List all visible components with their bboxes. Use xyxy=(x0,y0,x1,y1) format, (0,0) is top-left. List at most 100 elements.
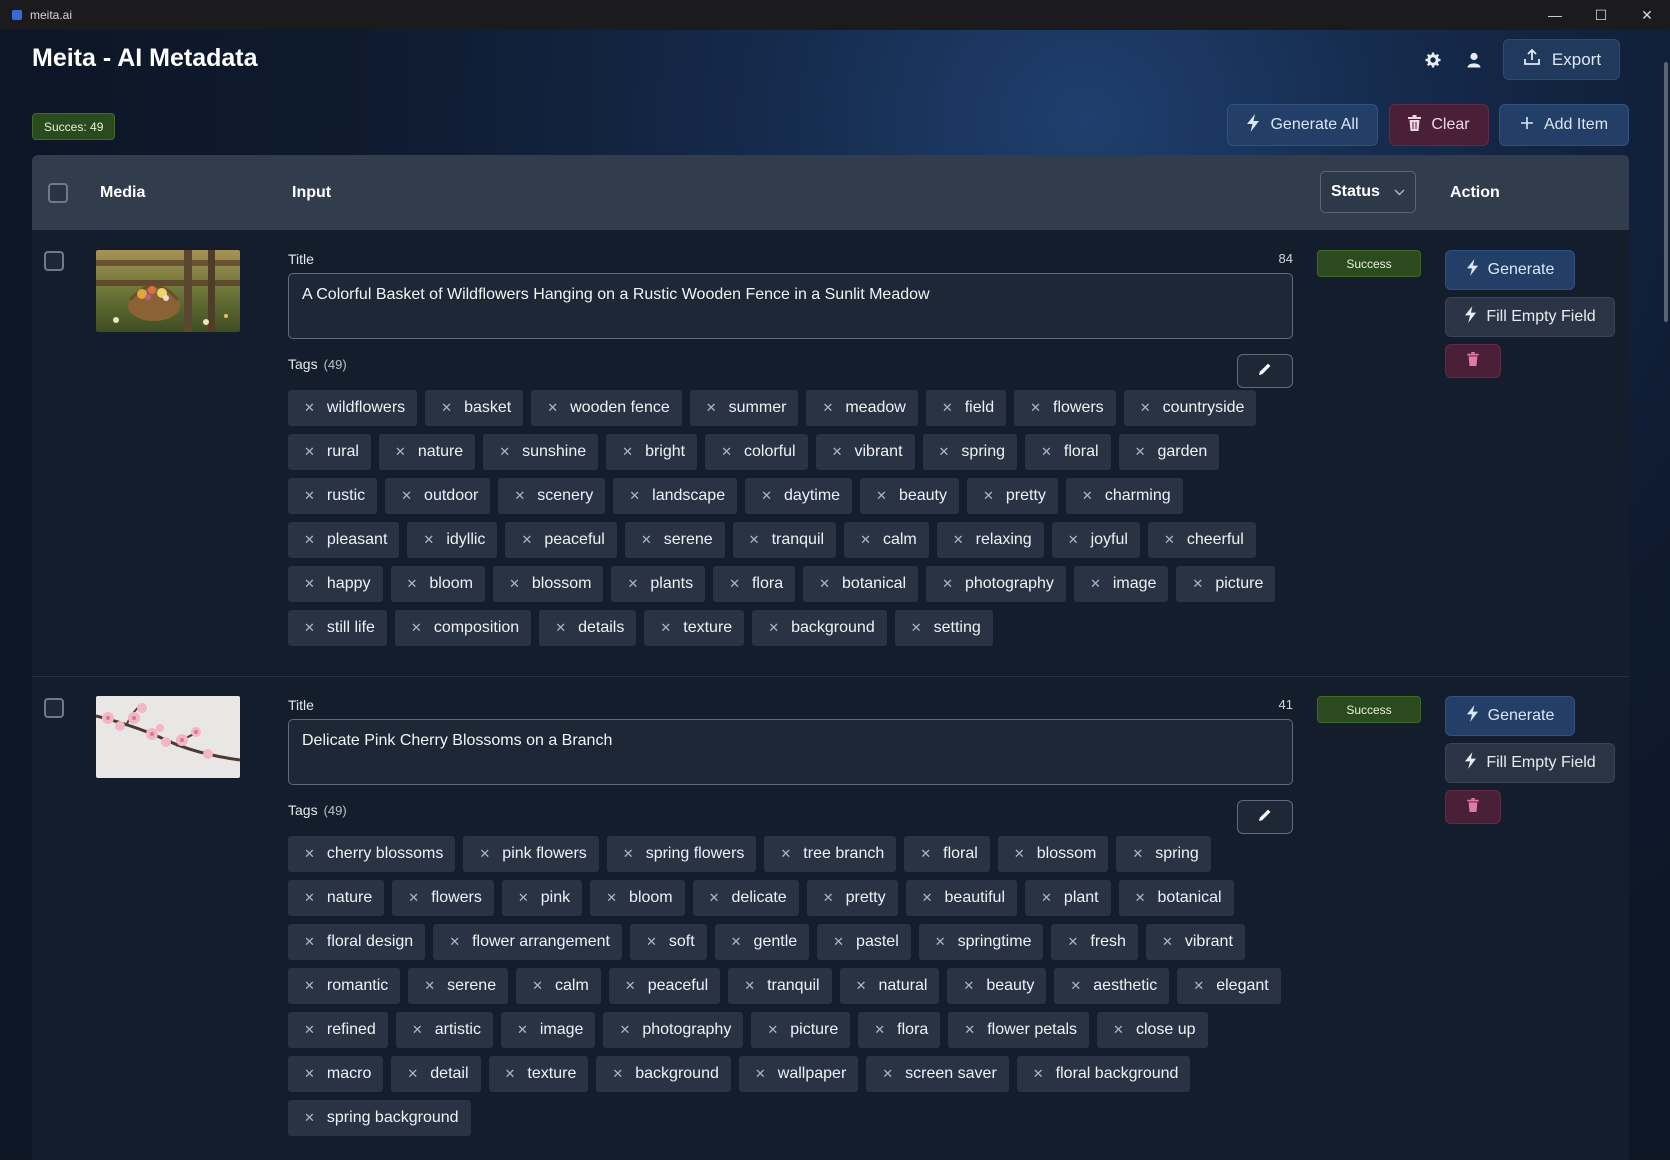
remove-tag-icon[interactable]: ✕ xyxy=(629,488,640,504)
remove-tag-icon[interactable]: ✕ xyxy=(1030,400,1041,416)
remove-tag-icon[interactable]: ✕ xyxy=(660,620,671,636)
add-item-button[interactable]: Add Item xyxy=(1499,104,1629,146)
remove-tag-icon[interactable]: ✕ xyxy=(1135,444,1146,460)
remove-tag-icon[interactable]: ✕ xyxy=(627,576,638,592)
remove-tag-icon[interactable]: ✕ xyxy=(767,1022,778,1038)
remove-tag-icon[interactable]: ✕ xyxy=(505,1066,516,1082)
remove-tag-icon[interactable]: ✕ xyxy=(1140,400,1151,416)
delete-row-button[interactable] xyxy=(1445,790,1501,824)
edit-tags-button[interactable] xyxy=(1237,354,1293,388)
minimize-button[interactable]: — xyxy=(1532,0,1578,30)
remove-tag-icon[interactable]: ✕ xyxy=(304,488,315,504)
remove-tag-icon[interactable]: ✕ xyxy=(1033,1066,1044,1082)
remove-tag-icon[interactable]: ✕ xyxy=(407,576,418,592)
remove-tag-icon[interactable]: ✕ xyxy=(823,890,834,906)
remove-tag-icon[interactable]: ✕ xyxy=(423,532,434,548)
remove-tag-icon[interactable]: ✕ xyxy=(407,1066,418,1082)
maximize-button[interactable]: ☐ xyxy=(1578,0,1624,30)
remove-tag-icon[interactable]: ✕ xyxy=(1070,978,1081,994)
remove-tag-icon[interactable]: ✕ xyxy=(304,532,315,548)
remove-tag-icon[interactable]: ✕ xyxy=(744,978,755,994)
remove-tag-icon[interactable]: ✕ xyxy=(832,444,843,460)
row-checkbox[interactable] xyxy=(44,698,64,718)
remove-tag-icon[interactable]: ✕ xyxy=(1192,576,1203,592)
remove-tag-icon[interactable]: ✕ xyxy=(822,400,833,416)
export-button[interactable]: Export xyxy=(1503,39,1620,80)
remove-tag-icon[interactable]: ✕ xyxy=(922,890,933,906)
remove-tag-icon[interactable]: ✕ xyxy=(964,1022,975,1038)
remove-tag-icon[interactable]: ✕ xyxy=(304,978,315,994)
row-checkbox[interactable] xyxy=(44,251,64,271)
remove-tag-icon[interactable]: ✕ xyxy=(935,934,946,950)
remove-tag-icon[interactable]: ✕ xyxy=(532,978,543,994)
remove-tag-icon[interactable]: ✕ xyxy=(304,1066,315,1082)
remove-tag-icon[interactable]: ✕ xyxy=(1090,576,1101,592)
remove-tag-icon[interactable]: ✕ xyxy=(514,488,525,504)
remove-tag-icon[interactable]: ✕ xyxy=(983,488,994,504)
remove-tag-icon[interactable]: ✕ xyxy=(939,444,950,460)
remove-tag-icon[interactable]: ✕ xyxy=(709,890,720,906)
remove-tag-icon[interactable]: ✕ xyxy=(408,890,419,906)
remove-tag-icon[interactable]: ✕ xyxy=(304,890,315,906)
remove-tag-icon[interactable]: ✕ xyxy=(942,400,953,416)
edit-tags-button[interactable] xyxy=(1237,800,1293,834)
remove-tag-icon[interactable]: ✕ xyxy=(304,576,315,592)
remove-tag-icon[interactable]: ✕ xyxy=(1082,488,1093,504)
remove-tag-icon[interactable]: ✕ xyxy=(833,934,844,950)
title-textarea[interactable]: Delicate Pink Cherry Blossoms on a Branc… xyxy=(288,719,1293,785)
remove-tag-icon[interactable]: ✕ xyxy=(761,488,772,504)
remove-tag-icon[interactable]: ✕ xyxy=(1113,1022,1124,1038)
generate-all-button[interactable]: Generate All xyxy=(1227,104,1378,146)
remove-tag-icon[interactable]: ✕ xyxy=(304,846,315,862)
status-filter-select[interactable]: Status xyxy=(1320,171,1416,213)
remove-tag-icon[interactable]: ✕ xyxy=(622,444,633,460)
remove-tag-icon[interactable]: ✕ xyxy=(625,978,636,994)
generate-button[interactable]: Generate xyxy=(1445,250,1575,290)
title-textarea[interactable]: A Colorful Basket of Wildflowers Hanging… xyxy=(288,273,1293,339)
remove-tag-icon[interactable]: ✕ xyxy=(304,1110,315,1126)
media-thumbnail-basket[interactable] xyxy=(96,250,240,332)
user-icon[interactable] xyxy=(1462,48,1486,72)
remove-tag-icon[interactable]: ✕ xyxy=(1135,890,1146,906)
remove-tag-icon[interactable]: ✕ xyxy=(920,846,931,862)
remove-tag-icon[interactable]: ✕ xyxy=(304,934,315,950)
delete-row-button[interactable] xyxy=(1445,344,1501,378)
remove-tag-icon[interactable]: ✕ xyxy=(449,934,460,950)
remove-tag-icon[interactable]: ✕ xyxy=(706,400,717,416)
remove-tag-icon[interactable]: ✕ xyxy=(424,978,435,994)
remove-tag-icon[interactable]: ✕ xyxy=(860,532,871,548)
remove-tag-icon[interactable]: ✕ xyxy=(401,488,412,504)
remove-tag-icon[interactable]: ✕ xyxy=(547,400,558,416)
remove-tag-icon[interactable]: ✕ xyxy=(619,1022,630,1038)
clear-button[interactable]: Clear xyxy=(1389,104,1489,146)
remove-tag-icon[interactable]: ✕ xyxy=(304,400,315,416)
remove-tag-icon[interactable]: ✕ xyxy=(749,532,760,548)
remove-tag-icon[interactable]: ✕ xyxy=(963,978,974,994)
remove-tag-icon[interactable]: ✕ xyxy=(304,444,315,460)
remove-tag-icon[interactable]: ✕ xyxy=(882,1066,893,1082)
fill-empty-field-button[interactable]: Fill Empty Field xyxy=(1445,297,1615,337)
remove-tag-icon[interactable]: ✕ xyxy=(780,846,791,862)
remove-tag-icon[interactable]: ✕ xyxy=(412,1022,423,1038)
gear-icon[interactable] xyxy=(1421,48,1445,72)
remove-tag-icon[interactable]: ✕ xyxy=(731,934,742,950)
close-window-button[interactable]: ✕ xyxy=(1624,0,1670,30)
remove-tag-icon[interactable]: ✕ xyxy=(876,488,887,504)
remove-tag-icon[interactable]: ✕ xyxy=(1067,934,1078,950)
generate-button[interactable]: Generate xyxy=(1445,696,1575,736)
remove-tag-icon[interactable]: ✕ xyxy=(612,1066,623,1082)
remove-tag-icon[interactable]: ✕ xyxy=(942,576,953,592)
vertical-scrollbar[interactable] xyxy=(1664,62,1668,322)
remove-tag-icon[interactable]: ✕ xyxy=(729,576,740,592)
remove-tag-icon[interactable]: ✕ xyxy=(641,532,652,548)
remove-tag-icon[interactable]: ✕ xyxy=(755,1066,766,1082)
remove-tag-icon[interactable]: ✕ xyxy=(1068,532,1079,548)
remove-tag-icon[interactable]: ✕ xyxy=(441,400,452,416)
media-thumbnail-cherry-blossoms[interactable] xyxy=(96,696,240,778)
remove-tag-icon[interactable]: ✕ xyxy=(499,444,510,460)
remove-tag-icon[interactable]: ✕ xyxy=(518,890,529,906)
remove-tag-icon[interactable]: ✕ xyxy=(509,576,520,592)
remove-tag-icon[interactable]: ✕ xyxy=(1193,978,1204,994)
remove-tag-icon[interactable]: ✕ xyxy=(623,846,634,862)
fill-empty-field-button[interactable]: Fill Empty Field xyxy=(1445,743,1615,783)
